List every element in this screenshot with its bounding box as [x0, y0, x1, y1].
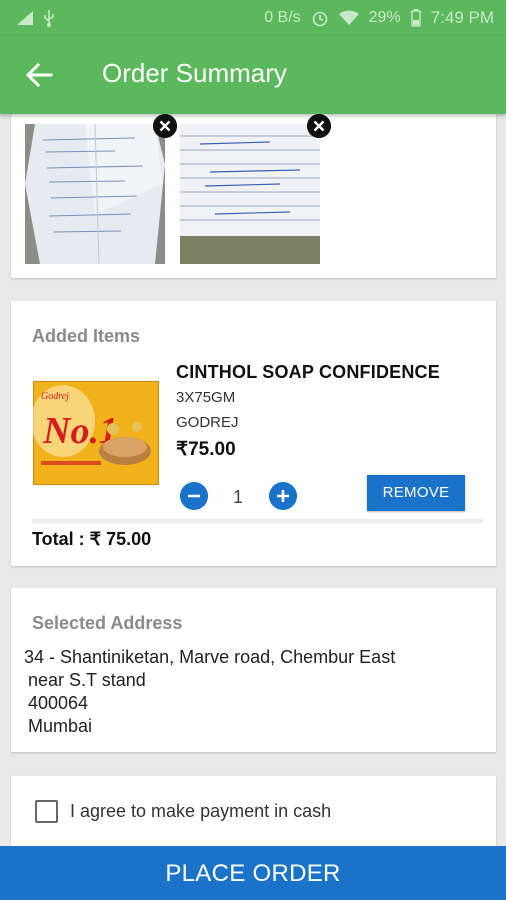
address-pincode: 400064 — [28, 693, 89, 713]
battery-icon — [410, 9, 421, 27]
signal-icon — [17, 11, 33, 25]
address-line: near S.T stand — [28, 670, 146, 690]
prescription-photo[interactable] — [25, 124, 165, 264]
battery-percent: 29% — [368, 9, 401, 26]
usb-icon — [44, 10, 54, 27]
clock: 7:49 PM — [430, 8, 494, 27]
wifi-icon — [338, 10, 359, 25]
product-name: CINTHOL SOAP CONFIDENCE — [176, 362, 440, 382]
payment-agreement-card: I agree to make payment in cash — [11, 776, 496, 846]
prescription-photo[interactable] — [180, 124, 320, 264]
plus-circle-icon[interactable] — [269, 482, 297, 510]
address-line: 34 - Shantiniketan, Marve road, Chembur … — [24, 647, 396, 667]
close-circle-icon[interactable] — [153, 114, 177, 138]
product-brand: GODREJ — [176, 414, 239, 431]
app-bar: Order Summary — [0, 36, 506, 114]
remove-item-button[interactable]: REMOVE — [367, 475, 465, 511]
divider — [32, 519, 483, 523]
product-price: ₹75.00 — [176, 439, 236, 460]
address-city: Mumbai — [28, 716, 93, 736]
close-circle-icon[interactable] — [307, 114, 331, 138]
product-image: Godrej No.1 — [31, 380, 160, 486]
page-title: Order Summary — [102, 58, 287, 88]
order-total: Total : ₹ 75.00 — [32, 529, 152, 549]
cash-payment-label[interactable]: I agree to make payment in cash — [70, 801, 331, 822]
place-order-button[interactable]: PLACE ORDER — [0, 846, 506, 900]
alarm-icon — [312, 11, 327, 27]
added-items-card: Added Items Godrej No.1 CINTHOL SOAP CON… — [11, 301, 496, 566]
quantity-value: 1 — [233, 487, 244, 507]
svg-text:Godrej: Godrej — [41, 391, 69, 402]
network-speed: 0 B/s — [264, 9, 301, 26]
product-size: 3X75GM — [176, 389, 236, 406]
selected-address-label: Selected Address — [32, 613, 183, 633]
arrow-back-icon[interactable] — [24, 60, 54, 90]
added-items-label: Added Items — [32, 326, 141, 346]
cash-payment-checkbox[interactable] — [35, 800, 58, 823]
prescription-photos-card — [11, 110, 496, 278]
selected-address-card[interactable]: Selected Address 34 - Shantiniketan, Mar… — [11, 588, 496, 752]
minus-circle-icon[interactable] — [180, 482, 208, 510]
status-bar: 0 B/s 29% 7:49 PM — [0, 0, 506, 36]
